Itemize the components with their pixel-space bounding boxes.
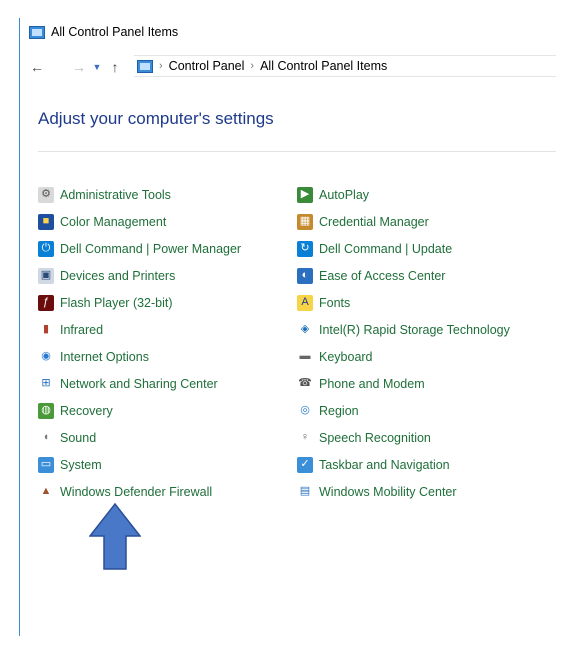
control-panel-item[interactable]: ⊞ Network and Sharing Center — [38, 370, 241, 397]
control-panel-item[interactable]: ▶ AutoPlay — [297, 181, 510, 208]
control-panel-item-label: Speech Recognition — [319, 430, 431, 445]
control-panel-item[interactable]: A Fonts — [297, 289, 510, 316]
control-panel-item[interactable]: ƒ Flash Player (32-bit) — [38, 289, 241, 316]
control-panel-icon — [29, 25, 45, 39]
control-panel-item-label: System — [60, 457, 102, 472]
control-panel-item[interactable]: ⚙ Administrative Tools — [38, 181, 241, 208]
fonts-icon: A — [297, 294, 313, 311]
color-management-icon: ■ — [38, 213, 54, 230]
dell-power-manager-icon: ⏻ — [38, 240, 54, 257]
control-panel-item[interactable]: ⏻ Dell Command | Power Manager — [38, 235, 241, 262]
control-panel-item-label: AutoPlay — [319, 187, 370, 202]
ease-of-access-icon: ◐ — [297, 267, 313, 284]
control-panel-item[interactable]: ◉ Internet Options — [38, 343, 241, 370]
control-panel-item-label: Infrared — [60, 322, 104, 337]
window-left-border — [19, 18, 20, 636]
control-panel-item-label: Internet Options — [60, 349, 149, 364]
right-column: ▶ AutoPlay ▦ Credential Manager ↻ Dell Comman… — [297, 181, 510, 505]
back-arrow-icon[interactable]: ← — [26, 56, 48, 78]
sound-icon: ◖ — [38, 429, 54, 446]
speech-recognition-icon: ♀ — [297, 429, 313, 446]
control-panel-item-label: Sound — [60, 430, 97, 445]
system-icon: ▭ — [38, 456, 54, 473]
dell-update-icon: ↻ — [297, 240, 313, 257]
annotation-up-arrow — [89, 503, 141, 570]
infrared-icon: ▮ — [38, 321, 54, 338]
control-panel-item-label: Devices and Printers — [60, 268, 176, 283]
control-panel-item-label: Keyboard — [319, 349, 373, 364]
navigation-bar: ← → ▼ ↑ — [26, 56, 126, 78]
flash-player-icon: ƒ — [38, 294, 54, 311]
control-panel-item-label: Administrative Tools — [60, 187, 171, 202]
control-panel-item-label: Taskbar and Navigation — [319, 457, 450, 472]
control-panel-item[interactable]: ☎ Phone and Modem — [297, 370, 510, 397]
admin-tools-icon: ⚙ — [38, 186, 54, 203]
control-panel-item[interactable]: ◖ Sound — [38, 424, 241, 451]
control-panel-item-label: Windows Defender Firewall — [60, 484, 213, 499]
control-panel-item[interactable]: ▬ Keyboard — [297, 343, 510, 370]
internet-options-icon: ◉ — [38, 348, 54, 365]
intel-rst-icon: ◈ — [297, 321, 313, 338]
breadcrumb-separator-icon[interactable]: › — [250, 60, 254, 72]
control-panel-item[interactable]: ▮ Infrared — [38, 316, 241, 343]
control-panel-item-label: Dell Command | Update — [319, 241, 453, 256]
credential-manager-icon: ▦ — [297, 213, 313, 230]
mobility-center-icon: ▤ — [297, 483, 313, 500]
control-panel-item-label: Ease of Access Center — [319, 268, 446, 283]
control-panel-item[interactable]: ▣ Devices and Printers — [38, 262, 241, 289]
control-panel-item[interactable]: ◎ Region — [297, 397, 510, 424]
control-panel-item[interactable]: ◈ Intel(R) Rapid Storage Technology — [297, 316, 510, 343]
control-panel-item[interactable]: ◍ Recovery — [38, 397, 241, 424]
address-bar[interactable]: › Control Panel › All Control Panel Item… — [134, 55, 556, 77]
control-panel-item-label: Recovery — [60, 403, 113, 418]
annotation-arrow-shape — [89, 503, 141, 570]
window-titlebar: All Control Panel Items — [29, 22, 178, 42]
keyboard-icon: ▬ — [297, 348, 313, 365]
control-panel-item-label: Color Management — [60, 214, 167, 229]
firewall-icon: ▲ — [38, 483, 54, 500]
divider — [38, 151, 556, 152]
address-control-panel-icon — [137, 59, 153, 73]
window-title: All Control Panel Items — [51, 25, 179, 39]
control-panel-item[interactable]: ◐ Ease of Access Center — [297, 262, 510, 289]
control-panel-item[interactable]: ✓ Taskbar and Navigation — [297, 451, 510, 478]
control-panel-item-label: Fonts — [319, 295, 351, 310]
control-panel-item-label: Network and Sharing Center — [60, 376, 218, 391]
taskbar-navigation-icon: ✓ — [297, 456, 313, 473]
recent-locations-chevron-icon[interactable]: ▼ — [90, 56, 104, 78]
control-panel-item-label: Credential Manager — [319, 214, 429, 229]
autoplay-icon: ▶ — [297, 186, 313, 203]
control-panel-item[interactable]: ■ Color Management — [38, 208, 241, 235]
control-panel-item-label: Phone and Modem — [319, 376, 425, 391]
control-panel-item-label: Region — [319, 403, 359, 418]
breadcrumb-control-panel[interactable]: Control Panel — [169, 59, 245, 73]
up-arrow-icon[interactable]: ↑ — [104, 56, 126, 78]
devices-printers-icon: ▣ — [38, 267, 54, 284]
phone-modem-icon: ☎ — [297, 375, 313, 392]
recovery-icon: ◍ — [38, 402, 54, 419]
control-panel-item-label: Windows Mobility Center — [319, 484, 457, 499]
control-panel-item[interactable]: ♀ Speech Recognition — [297, 424, 510, 451]
control-panel-item-label: Flash Player (32-bit) — [60, 295, 173, 310]
forward-arrow-icon[interactable]: → — [68, 56, 90, 78]
control-panel-item[interactable]: ▤ Windows Mobility Center — [297, 478, 510, 505]
control-panel-item[interactable]: ▭ System — [38, 451, 241, 478]
control-panel-item-label: Intel(R) Rapid Storage Technology — [319, 322, 510, 337]
breadcrumb-separator-icon[interactable]: › — [159, 60, 163, 72]
page-title: Adjust your computer's settings — [38, 109, 274, 128]
control-panel-item[interactable]: ↻ Dell Command | Update — [297, 235, 510, 262]
breadcrumb-all-items[interactable]: All Control Panel Items — [260, 59, 387, 73]
control-panel-item[interactable]: ▦ Credential Manager — [297, 208, 510, 235]
control-panel-item-label: Dell Command | Power Manager — [60, 241, 242, 256]
region-icon: ◎ — [297, 402, 313, 419]
left-column: ⚙ Administrative Tools ■ Color Management ⏻ D… — [38, 181, 241, 505]
network-sharing-icon: ⊞ — [38, 375, 54, 392]
control-panel-item[interactable]: ▲ Windows Defender Firewall — [38, 478, 241, 505]
